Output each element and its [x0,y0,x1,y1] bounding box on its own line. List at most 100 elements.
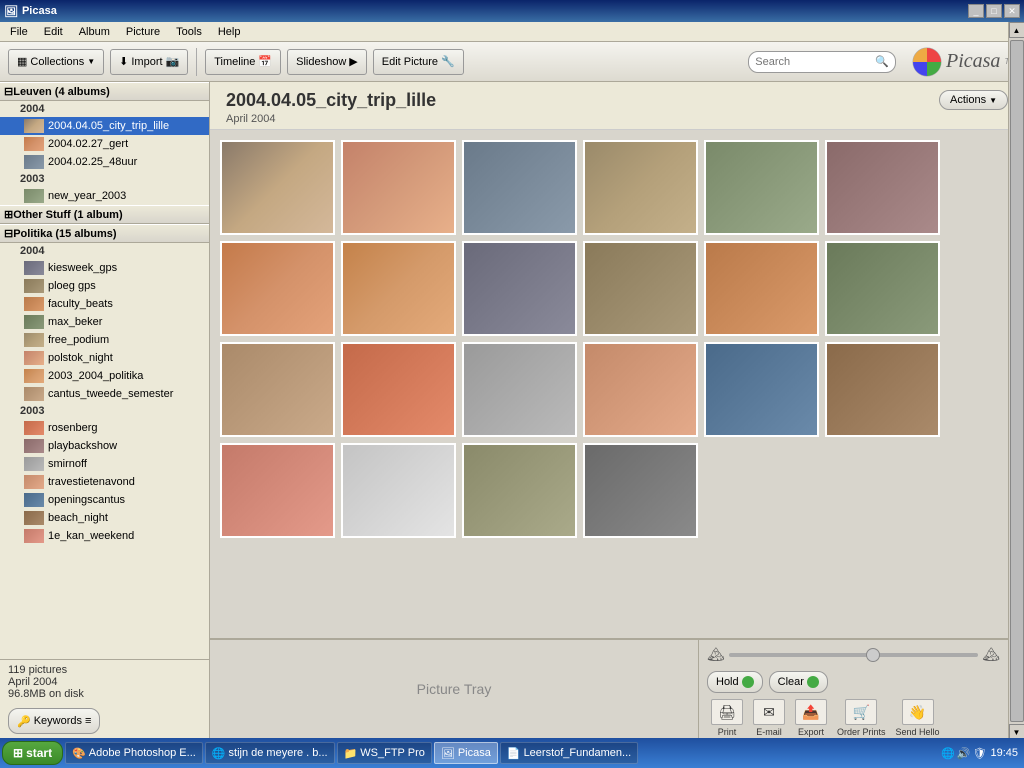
album-thumb [24,529,44,543]
import-button[interactable]: ⬇ Import 📷 [110,49,188,75]
album-thumb [24,119,44,133]
photo-thumb[interactable] [462,342,577,437]
sidebar-year-2003-leuven: 2003 [0,171,209,187]
menu-edit[interactable]: Edit [38,24,69,40]
send-hello-button[interactable]: 👋 Send Hello [892,697,944,738]
sidebar-album-48uur[interactable]: 2004.02.25_48uur [0,153,209,171]
photo-thumb[interactable] [825,241,940,336]
sidebar-album-polstok[interactable]: polstok_night [0,349,209,367]
export-button[interactable]: 📤 Export [791,697,831,738]
actions-button[interactable]: Actions ▼ [939,90,1008,110]
app-icon: 🖼 [4,5,18,18]
hold-button[interactable]: Hold [707,671,763,693]
send-hello-icon: 👋 [902,699,934,725]
zoom-out-icon: 🏔 [707,646,725,663]
album-thumb [24,137,44,151]
menu-file[interactable]: File [4,24,34,40]
edit-icon: 🔧 [441,55,455,68]
sidebar-album-new-year[interactable]: new_year_2003 [0,187,209,205]
album-thumb [24,333,44,347]
photo-thumb[interactable] [341,342,456,437]
photo-thumb[interactable] [462,241,577,336]
sidebar-album-travesti[interactable]: travestietenavond [0,473,209,491]
sidebar-album-ploeg-gps[interactable]: ploeg gps [0,277,209,295]
taskbar-photoshop[interactable]: 🎨 Adobe Photoshop E... [65,742,203,764]
titlebar-controls[interactable]: _ □ ✕ [968,4,1020,18]
photo-thumb[interactable] [704,140,819,235]
zoom-thumb[interactable] [866,648,880,662]
search-input[interactable] [755,56,875,68]
menu-tools[interactable]: Tools [170,24,208,40]
zoom-slider[interactable] [729,653,978,657]
sidebar-album-smirnoff[interactable]: smirnoff [0,455,209,473]
search-box[interactable]: 🔍 [748,51,896,73]
sidebar-album-cantus[interactable]: cantus_tweede_semester [0,385,209,403]
taskbar-ftp[interactable]: 📁 WS_FTP Pro [337,742,432,764]
photo-thumb[interactable] [220,342,335,437]
sidebar-album-free-podium[interactable]: free_podium [0,331,209,349]
start-button[interactable]: ⊞ start [2,741,63,765]
browser-icon: 🌐 [212,747,226,760]
tray-zoom-row: 🏔 🏔 [699,640,1008,669]
photo-thumb[interactable] [583,140,698,235]
minimize-button[interactable]: _ [968,4,984,18]
menu-picture[interactable]: Picture [120,24,166,40]
email-button[interactable]: ✉ E-mail [749,697,789,738]
sidebar-album-rosenberg[interactable]: rosenberg [0,419,209,437]
photo-thumb[interactable] [220,241,335,336]
clear-button[interactable]: Clear [769,671,828,693]
close-button[interactable]: ✕ [1004,4,1020,18]
timeline-button[interactable]: Timeline 📅 [205,49,281,75]
photo-thumb[interactable] [583,443,698,538]
zoom-in-icon: 🏔 [982,646,1000,663]
album-date-info: April 2004 [8,676,201,688]
collections-icon: ▦ [17,55,27,68]
keywords-icon: 🔑 [17,715,31,728]
print-button[interactable]: 🖨 Print [707,697,747,738]
photo-thumb[interactable] [462,443,577,538]
photo-thumb[interactable] [220,443,335,538]
photo-thumb[interactable] [583,342,698,437]
photo-thumb[interactable] [825,342,940,437]
album-thumb [24,279,44,293]
photo-thumb[interactable] [462,140,577,235]
picture-tray-label: Picture Tray [210,640,698,738]
photo-thumb[interactable] [341,140,456,235]
sidebar-album-beach[interactable]: beach_night [0,509,209,527]
sidebar-group-leuven[interactable]: ⊟ Leuven (4 albums) [0,82,209,101]
photo-thumb[interactable] [704,342,819,437]
edit-picture-button[interactable]: Edit Picture 🔧 [373,49,464,75]
collections-button[interactable]: ▦ Collections ▼ [8,49,104,75]
group-collapse-icon: ⊟ [4,227,13,240]
order-prints-button[interactable]: 🛒 Order Prints [833,697,890,738]
picasa-logo: PicasaTM [912,47,1016,77]
sidebar-group-other[interactable]: ⊞ Other Stuff (1 album) [0,205,209,224]
sidebar-album-city-trip[interactable]: 2004.04.05_city_trip_lille [0,117,209,135]
album-thumb [24,493,44,507]
sidebar-year-2003-politika: 2003 [0,403,209,419]
menu-help[interactable]: Help [212,24,247,40]
taskbar-picasa[interactable]: 🖼 Picasa [434,742,498,764]
taskbar-leerstof[interactable]: 📄 Leerstof_Fundamen... [500,742,638,764]
taskbar-browser[interactable]: 🌐 stijn de meyere . b... [205,742,335,764]
sidebar-album-max-beker[interactable]: max_beker [0,313,209,331]
photo-thumb[interactable] [220,140,335,235]
photo-thumb[interactable] [341,241,456,336]
sidebar-album-gert[interactable]: 2004.02.27_gert [0,135,209,153]
sidebar-album-faculty[interactable]: faculty_beats [0,295,209,313]
slideshow-button[interactable]: Slideshow ▶ [287,49,367,75]
photo-thumb[interactable] [704,241,819,336]
keywords-button[interactable]: 🔑 Keywords ≡ [8,708,100,734]
maximize-button[interactable]: □ [986,4,1002,18]
sidebar-album-playback[interactable]: playbackshow [0,437,209,455]
sidebar-album-openings[interactable]: openingscantus [0,491,209,509]
menu-album[interactable]: Album [73,24,116,40]
sidebar-album-kiesweek[interactable]: kiesweek_gps [0,259,209,277]
sidebar-album-2003-2004[interactable]: 2003_2004_politika [0,367,209,385]
tray-icon-1: 🌐 [941,747,955,760]
photo-thumb[interactable] [341,443,456,538]
photo-thumb[interactable] [825,140,940,235]
sidebar-group-politika[interactable]: ⊟ Politika (15 albums) [0,224,209,243]
photo-thumb[interactable] [583,241,698,336]
sidebar-album-1e-kan[interactable]: 1e_kan_weekend [0,527,209,545]
